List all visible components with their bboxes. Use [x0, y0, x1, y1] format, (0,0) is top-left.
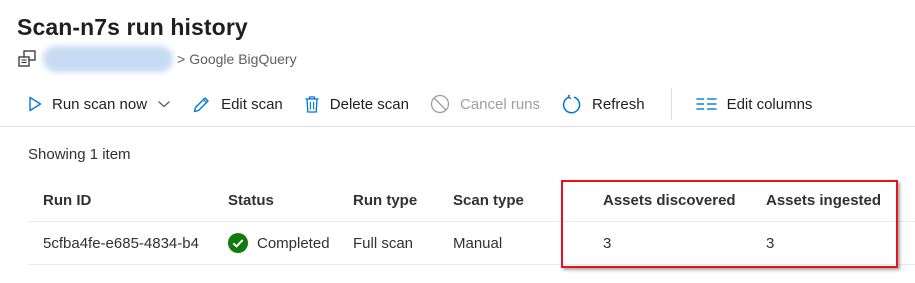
- toolbar-divider: [670, 88, 672, 120]
- cancel-icon: [430, 94, 450, 114]
- columns-icon: [696, 98, 717, 110]
- column-header-run-type[interactable]: Run type: [353, 179, 417, 221]
- item-count: Showing 1 item: [28, 146, 131, 163]
- column-header-scan-type[interactable]: Scan type: [453, 179, 524, 221]
- edit-scan-button[interactable]: Edit scan: [192, 82, 283, 126]
- run-scan-dropdown[interactable]: [157, 82, 171, 126]
- cancel-runs-button[interactable]: Cancel runs: [430, 82, 540, 126]
- delete-scan-label: Delete scan: [329, 95, 409, 113]
- column-header-assets-ingested[interactable]: Assets ingested: [766, 179, 881, 221]
- edit-columns-button[interactable]: Edit columns: [696, 82, 813, 126]
- refresh-button[interactable]: Refresh: [561, 82, 645, 126]
- run-type-cell: Full scan: [353, 234, 414, 252]
- edit-scan-label: Edit scan: [221, 95, 283, 113]
- cancel-runs-label: Cancel runs: [459, 95, 541, 113]
- command-bar: Run scan now Edit scan Delete scan Cance…: [0, 82, 915, 127]
- assets-ingested-cell: 3: [766, 234, 775, 252]
- page-title: Scan-n7s run history: [17, 14, 248, 40]
- status-cell: Completed: [228, 222, 330, 264]
- redacted-breadcrumb: [43, 46, 173, 72]
- chevron-down-icon: [158, 101, 170, 108]
- trash-icon: [305, 95, 319, 113]
- refresh-icon: [562, 94, 581, 113]
- run-scan-now-label: Run scan now: [52, 95, 148, 113]
- breadcrumb-separator: >: [177, 51, 186, 67]
- refresh-label: Refresh: [592, 95, 645, 113]
- check-circle-icon: [228, 233, 248, 253]
- play-icon: [29, 96, 42, 112]
- edit-columns-label: Edit columns: [726, 95, 813, 113]
- scan-type-cell: Manual: [453, 234, 503, 252]
- delete-scan-button[interactable]: Delete scan: [304, 82, 409, 126]
- breadcrumb: > Google BigQuery: [17, 46, 297, 72]
- run-id-link[interactable]: 5cfba4fe-e685-4834-b4: [43, 222, 199, 264]
- status-text: Completed: [257, 234, 330, 252]
- pencil-icon: [193, 96, 209, 112]
- column-header-status[interactable]: Status: [228, 179, 274, 221]
- table-header-row: Run ID Status Run type Scan type Assets …: [28, 179, 915, 222]
- run-history-table: Run ID Status Run type Scan type Assets …: [28, 179, 915, 265]
- assets-discovered-cell: 3: [603, 234, 612, 252]
- resource-icon: [18, 50, 36, 67]
- column-header-run-id[interactable]: Run ID: [43, 179, 91, 221]
- run-scan-now-button[interactable]: Run scan now: [28, 82, 147, 126]
- breadcrumb-source[interactable]: Google BigQuery: [189, 51, 296, 67]
- column-header-assets-discovered[interactable]: Assets discovered: [603, 179, 736, 221]
- table-row[interactable]: 5cfba4fe-e685-4834-b4 Completed Full sca…: [28, 222, 915, 265]
